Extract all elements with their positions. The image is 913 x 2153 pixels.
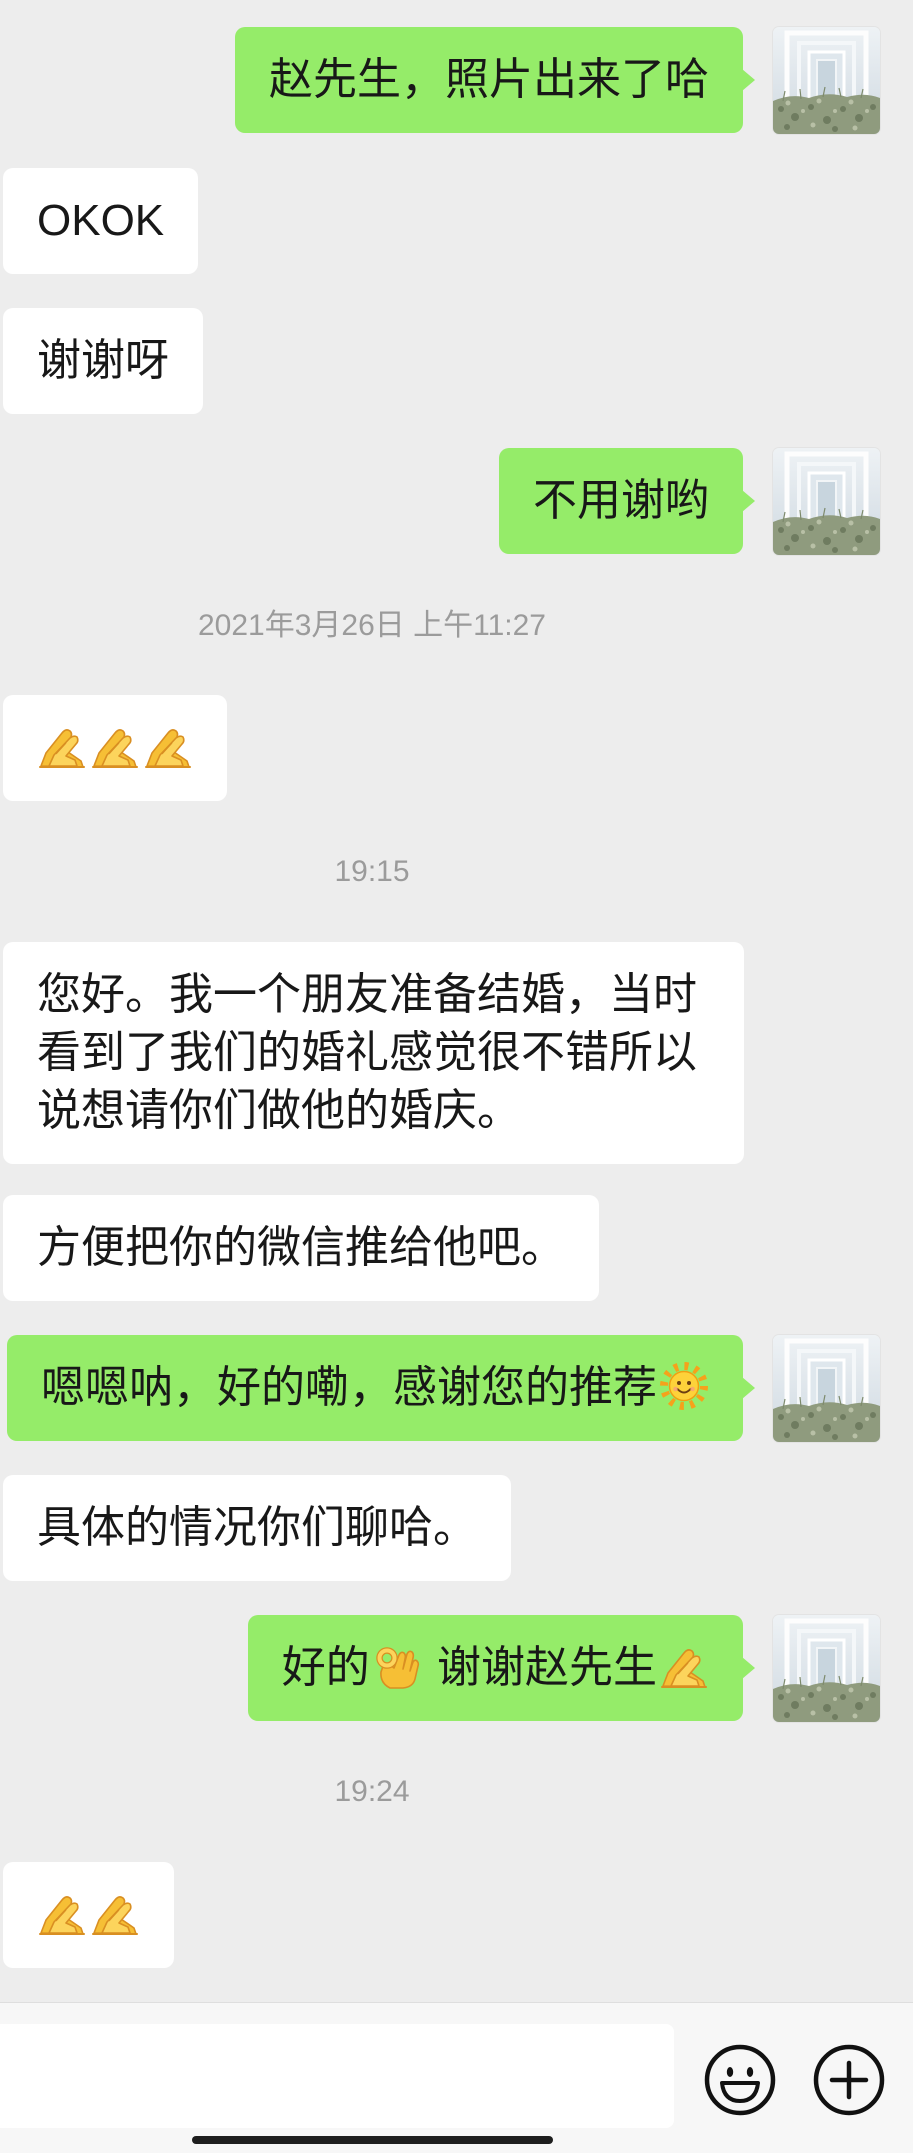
received-message-bubble[interactable]: OKOK xyxy=(3,168,199,274)
bubble-tail xyxy=(742,490,755,512)
bubble-tail xyxy=(742,1657,755,1679)
chat-area[interactable]: 赵先生，照片出来了哈 OKOK 谢谢呀 不用谢哟 2021年3月26日 上午11… xyxy=(0,0,913,2002)
avatar[interactable] xyxy=(773,1335,880,1442)
avatar[interactable] xyxy=(773,1615,880,1722)
message-text: 好的 xyxy=(281,1643,370,1692)
message-text: 您好。我一个朋友准备结婚，当时看到了我们的婚礼感觉很不错所以说想请你们做他的婚庆… xyxy=(37,970,697,1135)
avatar[interactable] xyxy=(773,27,880,134)
input-bar xyxy=(0,2002,913,2153)
pray-emoji-icon xyxy=(143,721,193,771)
message-text: OKOK xyxy=(37,196,165,245)
message-text: 谢谢呀 xyxy=(37,336,169,385)
bubble-tail xyxy=(742,1377,755,1399)
sun-emoji-icon xyxy=(659,1361,709,1411)
emoji-button[interactable] xyxy=(703,2043,777,2117)
received-message-bubble[interactable] xyxy=(3,695,227,801)
chat-timestamp: 19:24 xyxy=(334,1775,410,1808)
received-message-bubble[interactable]: 谢谢呀 xyxy=(3,308,203,414)
plus-circle-icon xyxy=(813,2044,885,2116)
pray-emoji-icon xyxy=(90,1888,140,1938)
pray-emoji-icon xyxy=(37,721,87,771)
pray-emoji-icon xyxy=(659,1641,709,1691)
message-input[interactable] xyxy=(0,2024,674,2128)
message-text: 不用谢哟 xyxy=(533,476,709,525)
smiley-icon xyxy=(704,2044,776,2116)
avatar[interactable] xyxy=(773,448,880,555)
avatar-photo-icon xyxy=(773,1615,880,1722)
sent-message-bubble[interactable]: 嗯嗯呐，好的嘞，感谢您的推荐 xyxy=(7,1335,755,1441)
avatar-photo-icon xyxy=(773,448,880,555)
received-message-bubble[interactable]: 您好。我一个朋友准备结婚，当时看到了我们的婚礼感觉很不错所以说想请你们做他的婚庆… xyxy=(3,942,744,1164)
received-message-bubble[interactable]: 具体的情况你们聊哈。 xyxy=(3,1475,511,1581)
ok-hand-emoji-icon xyxy=(372,1641,422,1691)
avatar-photo-icon xyxy=(773,1335,880,1442)
home-indicator[interactable] xyxy=(192,2136,553,2144)
pray-emoji-icon xyxy=(37,1888,87,1938)
message-text: 赵先生，照片出来了哈 xyxy=(269,55,709,104)
sent-message-bubble[interactable]: 好的 谢谢赵先生 xyxy=(247,1615,755,1721)
received-message-bubble[interactable]: 方便把你的微信推给他吧。 xyxy=(3,1195,599,1301)
avatar-photo-icon xyxy=(773,27,880,134)
message-text: 嗯嗯呐，好的嘞，感谢您的推荐 xyxy=(41,1363,657,1412)
message-text: 谢谢赵先生 xyxy=(424,1643,657,1692)
sent-message-bubble[interactable]: 赵先生，照片出来了哈 xyxy=(235,27,755,133)
received-message-bubble[interactable] xyxy=(3,1862,174,1968)
sent-message-bubble[interactable]: 不用谢哟 xyxy=(499,448,755,554)
message-text: 具体的情况你们聊哈。 xyxy=(37,1503,477,1552)
chat-timestamp: 19:15 xyxy=(334,855,410,888)
chat-timestamp: 2021年3月26日 上午11:27 xyxy=(198,609,546,642)
pray-emoji-icon xyxy=(90,721,140,771)
message-text: 方便把你的微信推给他吧。 xyxy=(37,1223,565,1272)
bubble-tail xyxy=(742,69,755,91)
more-button[interactable] xyxy=(812,2043,886,2117)
